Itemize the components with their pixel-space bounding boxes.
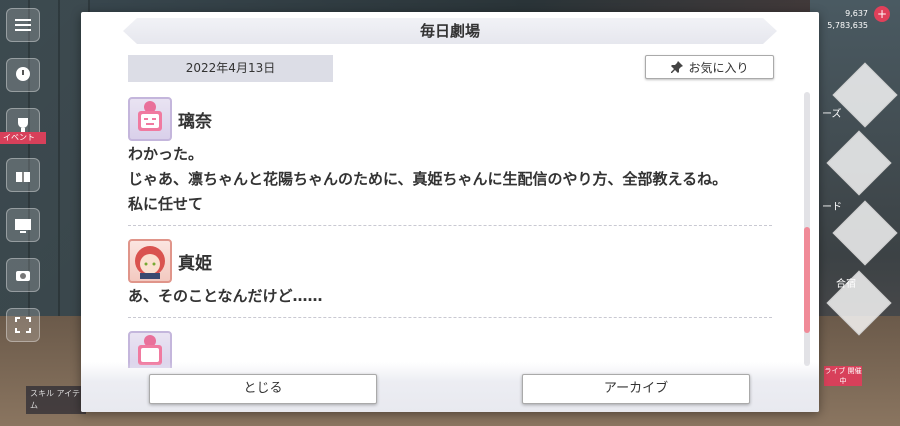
speaker-name: 真姫 xyxy=(178,253,212,274)
expand-icon xyxy=(15,317,31,333)
right-label-2: ード xyxy=(822,202,842,213)
monitor-icon xyxy=(15,219,31,233)
fullscreen-button[interactable] xyxy=(6,308,40,342)
rina-board-icon xyxy=(138,101,162,131)
camera-button[interactable] xyxy=(6,258,40,292)
menu-button[interactable] xyxy=(6,8,40,42)
dialog-title-bar: 毎日劇場 xyxy=(123,18,777,44)
daily-theater-dialog: 毎日劇場 2022年4月13日 お気に入り 璃奈 わかった。 じゃあ、凛ちゃんと… xyxy=(81,12,819,412)
dialogue-line: 私に任せて xyxy=(128,195,204,213)
dialogue-entry: 璃奈 わかった。 じゃあ、凛ちゃんと花陽ちゃんのために、真姫ちゃんに生配信のやり… xyxy=(128,96,772,226)
dialog-title: 毎日劇場 xyxy=(419,22,480,40)
scrollbar-thumb[interactable] xyxy=(804,227,810,333)
favorite-button[interactable]: お気に入り xyxy=(645,55,774,79)
side-event-label: イベント xyxy=(0,132,46,144)
date-label: 2022年4月13日 xyxy=(128,55,333,82)
scrollbar[interactable] xyxy=(804,92,810,366)
currency-display: 9,637 5,783,635 xyxy=(827,8,868,32)
right-label-3: 合宿 xyxy=(836,279,856,290)
notice-button[interactable] xyxy=(6,208,40,242)
maki-face-icon xyxy=(135,246,165,279)
dialogue-line: じゃあ、凛ちゃんと花陽ちゃんのために、真姫ちゃんに生配信のやり方、全部教えるね。 xyxy=(128,170,728,188)
currency-line-1: 9,637 xyxy=(845,9,868,18)
archive-button[interactable]: アーカイブ xyxy=(522,374,750,404)
avatar-maki xyxy=(128,239,172,283)
favorite-label: お気に入り xyxy=(688,60,749,75)
chat-icon xyxy=(16,67,30,81)
dialogue-line: わかった。 xyxy=(128,145,204,163)
live-badge[interactable]: ライブ 開催中 xyxy=(824,366,862,386)
speaker-row: 璃奈 xyxy=(128,96,772,142)
dialogue-log[interactable]: 璃奈 わかった。 じゃあ、凛ちゃんと花陽ちゃんのために、真姫ちゃんに生配信のやり… xyxy=(128,96,772,368)
dialogue-entry: 真姫 あ、そのことなんだけど…… xyxy=(128,238,772,318)
close-button[interactable]: とじる xyxy=(149,374,377,404)
right-label-1: ーズ xyxy=(822,109,842,120)
dialogue-line: あ、そのことなんだけど…… xyxy=(128,287,323,305)
speaker-name: 璃奈 xyxy=(178,111,212,132)
add-currency-button[interactable]: + xyxy=(874,6,890,22)
chat-button[interactable] xyxy=(6,58,40,92)
present-button[interactable] xyxy=(6,158,40,192)
avatar-rina xyxy=(128,97,172,141)
side-menu xyxy=(6,8,42,358)
hamburger-icon xyxy=(15,19,31,31)
speaker-row: 真姫 xyxy=(128,238,772,284)
side-item-label[interactable]: スキル アイテム xyxy=(26,386,86,414)
gift-icon xyxy=(16,172,30,182)
camera-icon xyxy=(16,271,30,281)
currency-line-2: 5,783,635 xyxy=(827,21,868,30)
pin-icon xyxy=(671,61,684,73)
